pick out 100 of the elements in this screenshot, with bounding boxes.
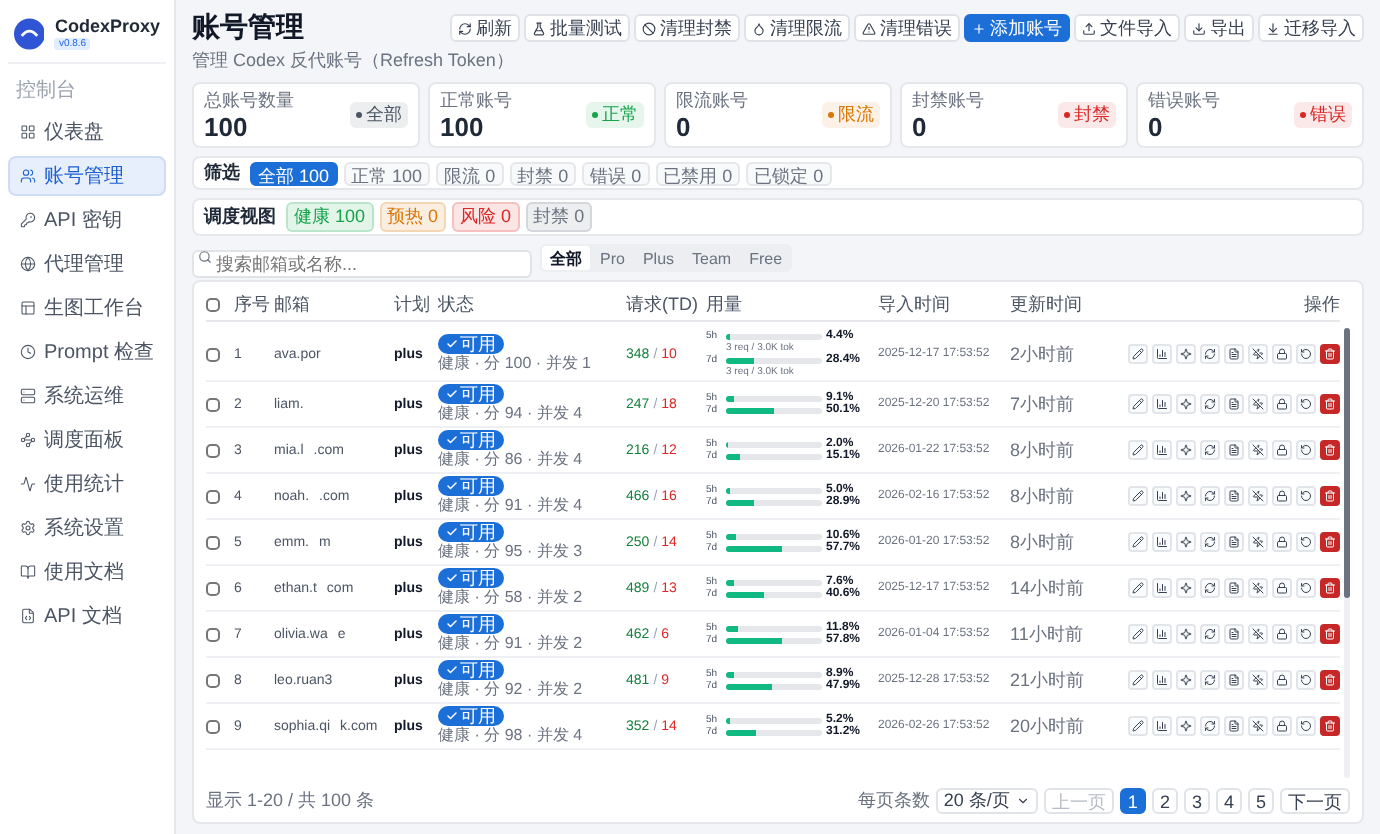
file-button[interactable]: [1224, 344, 1244, 364]
refresh-button[interactable]: [1200, 394, 1220, 414]
row-checkbox[interactable]: [206, 347, 220, 361]
lock-button[interactable]: [1272, 394, 1292, 414]
stats-button[interactable]: [1152, 532, 1172, 552]
sparkle-button[interactable]: [1176, 394, 1196, 414]
stats-button[interactable]: [1152, 440, 1172, 460]
sidebar-item[interactable]: 代理管理: [8, 244, 166, 284]
stats-button[interactable]: [1152, 624, 1172, 644]
row-checkbox[interactable]: [206, 627, 220, 641]
reset-button[interactable]: [1296, 394, 1316, 414]
delete-button[interactable]: [1320, 394, 1340, 414]
plan-tab[interactable]: Plus: [634, 246, 683, 270]
filter-chip[interactable]: 全部 100: [250, 161, 338, 185]
page-size-select[interactable]: 20 条/页: [935, 788, 1038, 814]
stats-button[interactable]: [1152, 486, 1172, 506]
sidebar-item[interactable]: 系统设置: [8, 508, 166, 548]
page-button[interactable]: 1: [1119, 788, 1146, 814]
row-checkbox[interactable]: [206, 581, 220, 595]
page-button[interactable]: 5: [1247, 788, 1274, 814]
plan-tab[interactable]: Free: [741, 246, 791, 270]
stats-button[interactable]: [1152, 578, 1172, 598]
lock-button[interactable]: [1272, 716, 1292, 736]
sidebar-item[interactable]: 调度面板: [8, 420, 166, 460]
lock-button[interactable]: [1272, 344, 1292, 364]
edit-button[interactable]: [1128, 440, 1148, 460]
toolbar-button[interactable]: 清理错误: [854, 14, 960, 42]
zap-off-button[interactable]: [1248, 486, 1268, 506]
reset-button[interactable]: [1296, 578, 1316, 598]
sidebar-item[interactable]: 生图工作台: [8, 288, 166, 328]
search-field[interactable]: 搜索邮箱或名称...: [192, 250, 532, 278]
file-button[interactable]: [1224, 716, 1244, 736]
filter-chip[interactable]: 已禁用 0: [655, 161, 741, 185]
reset-button[interactable]: [1296, 440, 1316, 460]
edit-button[interactable]: [1128, 394, 1148, 414]
filter-chip[interactable]: 封禁 0: [509, 161, 577, 185]
zap-off-button[interactable]: [1248, 670, 1268, 690]
lock-button[interactable]: [1272, 624, 1292, 644]
toolbar-button[interactable]: 清理限流: [744, 14, 850, 42]
file-button[interactable]: [1224, 394, 1244, 414]
toolbar-button[interactable]: 迁移导入: [1258, 14, 1364, 42]
row-checkbox[interactable]: [206, 673, 220, 687]
reset-button[interactable]: [1296, 716, 1316, 736]
file-button[interactable]: [1224, 624, 1244, 644]
toolbar-button[interactable]: 导出: [1184, 14, 1254, 42]
plan-tab[interactable]: Pro: [592, 246, 633, 270]
stats-button[interactable]: [1152, 344, 1172, 364]
plan-tab[interactable]: Team: [684, 246, 740, 270]
sidebar-item[interactable]: 账号管理: [8, 156, 166, 196]
lock-button[interactable]: [1272, 670, 1292, 690]
lock-button[interactable]: [1272, 486, 1292, 506]
toolbar-button[interactable]: 刷新: [450, 14, 520, 42]
delete-button[interactable]: [1320, 532, 1340, 552]
delete-button[interactable]: [1320, 624, 1340, 644]
lock-button[interactable]: [1272, 440, 1292, 460]
delete-button[interactable]: [1320, 578, 1340, 598]
row-checkbox[interactable]: [206, 535, 220, 549]
edit-button[interactable]: [1128, 344, 1148, 364]
lock-button[interactable]: [1272, 532, 1292, 552]
refresh-button[interactable]: [1200, 344, 1220, 364]
reset-button[interactable]: [1296, 486, 1316, 506]
sidebar-item[interactable]: Prompt 检查: [8, 332, 166, 372]
sidebar-item[interactable]: 仪表盘: [8, 112, 166, 152]
refresh-button[interactable]: [1200, 670, 1220, 690]
sidebar-item[interactable]: API 文档: [8, 596, 166, 636]
zap-off-button[interactable]: [1248, 344, 1268, 364]
sparkle-button[interactable]: [1176, 486, 1196, 506]
page-button[interactable]: 3: [1183, 788, 1210, 814]
file-button[interactable]: [1224, 670, 1244, 690]
sparkle-button[interactable]: [1176, 578, 1196, 598]
refresh-button[interactable]: [1200, 578, 1220, 598]
zap-off-button[interactable]: [1248, 394, 1268, 414]
next-button[interactable]: 下一页: [1280, 788, 1350, 814]
refresh-button[interactable]: [1200, 624, 1220, 644]
refresh-button[interactable]: [1200, 716, 1220, 736]
lock-button[interactable]: [1272, 578, 1292, 598]
refresh-button[interactable]: [1200, 532, 1220, 552]
edit-button[interactable]: [1128, 486, 1148, 506]
toolbar-button[interactable]: 添加账号: [964, 14, 1070, 42]
filter-chip[interactable]: 错误 0: [582, 161, 650, 185]
delete-button[interactable]: [1320, 440, 1340, 460]
sidebar-item[interactable]: 系统运维: [8, 376, 166, 416]
sparkle-button[interactable]: [1176, 670, 1196, 690]
row-checkbox[interactable]: [206, 719, 220, 733]
sidebar-item[interactable]: 使用文档: [8, 552, 166, 592]
toolbar-button[interactable]: 文件导入: [1074, 14, 1180, 42]
sparkle-button[interactable]: [1176, 440, 1196, 460]
sparkle-button[interactable]: [1176, 344, 1196, 364]
row-checkbox[interactable]: [206, 443, 220, 457]
stats-button[interactable]: [1152, 670, 1172, 690]
file-button[interactable]: [1224, 532, 1244, 552]
sidebar-item[interactable]: 使用统计: [8, 464, 166, 504]
zap-off-button[interactable]: [1248, 578, 1268, 598]
file-button[interactable]: [1224, 486, 1244, 506]
stats-button[interactable]: [1152, 394, 1172, 414]
delete-button[interactable]: [1320, 344, 1340, 364]
scrollbar[interactable]: [1344, 328, 1350, 778]
zap-off-button[interactable]: [1248, 716, 1268, 736]
page-button[interactable]: 2: [1151, 788, 1178, 814]
filter-chip[interactable]: 正常 100: [343, 161, 431, 185]
